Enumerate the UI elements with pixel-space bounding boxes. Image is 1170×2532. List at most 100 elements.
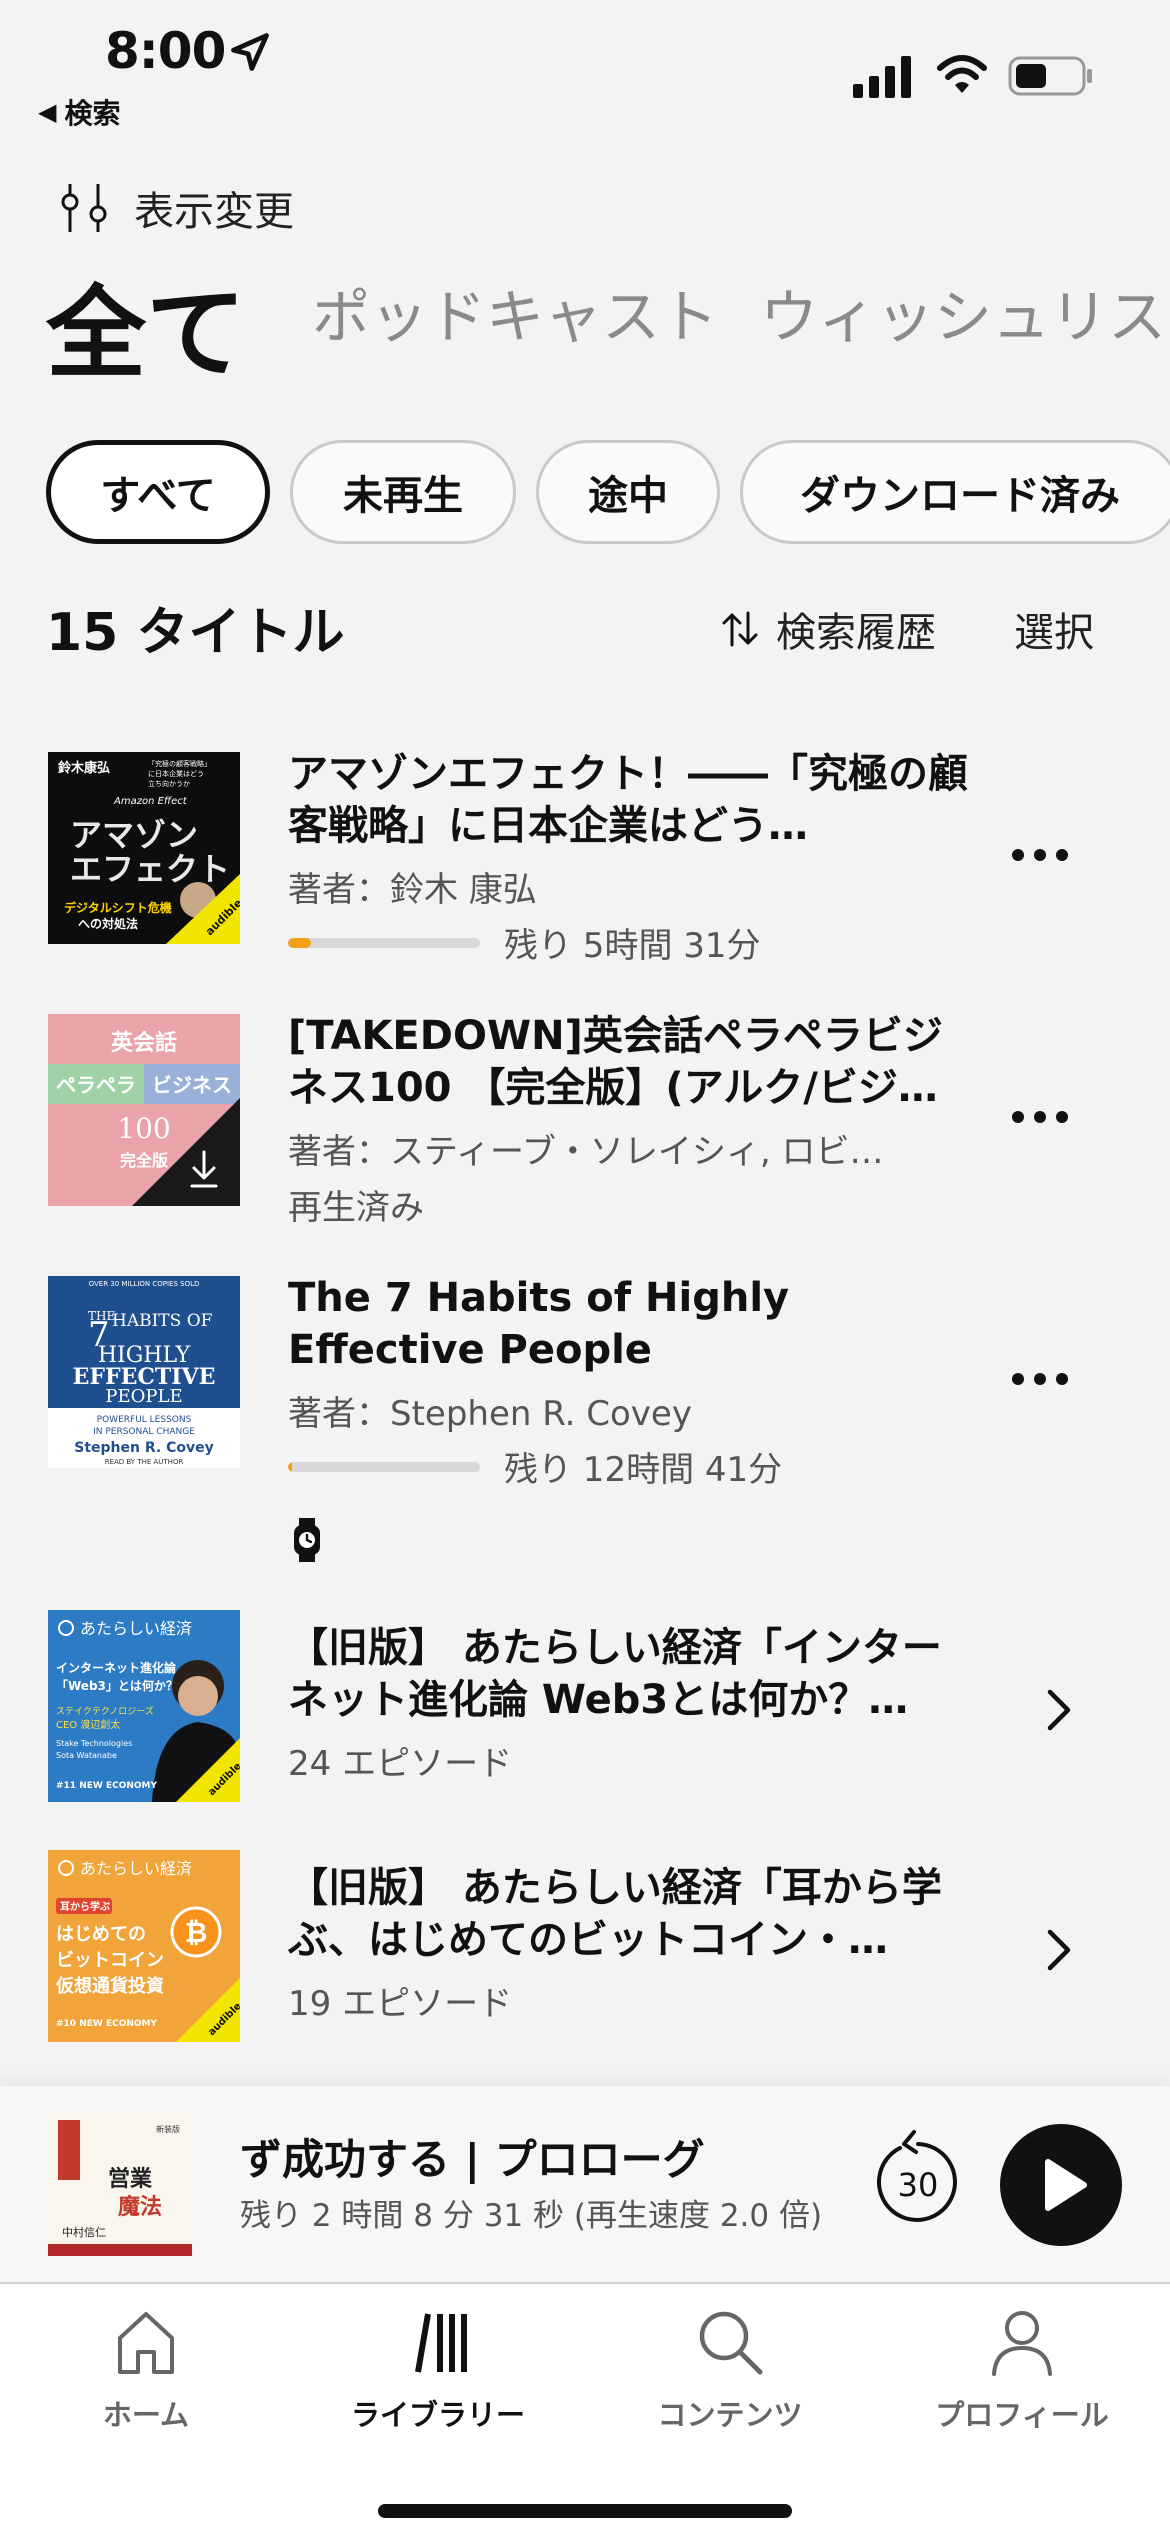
more-options-icon[interactable] xyxy=(1008,1107,1072,1127)
listening-progress-bar xyxy=(288,1462,480,1472)
svg-text:ビジネス: ビジネス xyxy=(152,1073,232,1097)
svg-text:耳から学ぶ: 耳から学ぶ xyxy=(60,1900,110,1913)
battery-icon xyxy=(1008,56,1092,96)
tab-wishlist[interactable]: ウィッシュリスト xyxy=(760,270,1170,354)
view-toggle-button[interactable]: 表示変更 xyxy=(54,178,294,238)
chevron-right-icon[interactable] xyxy=(1040,1926,1076,1974)
filter-chip-all[interactable]: すべて xyxy=(46,440,270,544)
svg-text:IN PERSONAL CHANGE: IN PERSONAL CHANGE xyxy=(93,1427,195,1437)
svg-text:#10 NEW ECONOMY: #10 NEW ECONOMY xyxy=(56,2019,157,2029)
home-indicator xyxy=(378,2504,792,2518)
svg-text:#11 NEW ECONOMY: #11 NEW ECONOMY xyxy=(56,1781,157,1791)
book-cover: OVER 30 MILLION COPIES SOLD THE 7 HABITS… xyxy=(48,1276,240,1468)
status-time: 8:00 xyxy=(105,22,226,80)
svg-text:Stake Technologies: Stake Technologies xyxy=(56,1739,132,1748)
svg-text:あたらしい経済: あたらしい経済 xyxy=(80,1619,192,1638)
svg-text:₿: ₿ xyxy=(185,1916,208,1949)
tab-profile-label: プロフィール xyxy=(935,2398,1109,2432)
tab-home-label: ホーム xyxy=(102,2398,190,2432)
library-icon xyxy=(415,2313,467,2373)
svg-text:HABITS OF: HABITS OF xyxy=(112,1311,213,1331)
location-arrow-icon xyxy=(231,33,269,71)
played-status: 再生済み xyxy=(288,1188,424,1228)
tab-content[interactable]: コンテンツ xyxy=(610,2302,850,2442)
play-button[interactable] xyxy=(1000,2124,1122,2246)
back-to-search-link[interactable]: ◀ 検索 xyxy=(38,92,120,132)
now-playing-cover: 新装版 営業 魔法 中村信仁 xyxy=(48,2112,192,2256)
now-playing-remaining: 残り 2 時間 8 分 31 秒 (再生速度 2.0 倍) xyxy=(240,2198,823,2234)
bottom-tab-bar: ホーム ライブラリー コンテンツ プロフィール xyxy=(0,2282,1170,2532)
svg-text:OVER 30 MILLION COPIES SOLD: OVER 30 MILLION COPIES SOLD xyxy=(89,1280,200,1288)
now-playing-title: ず成功する | プロローグ xyxy=(240,2135,705,2184)
svg-text:ビットコイン: ビットコイン xyxy=(56,1950,164,1971)
more-options-icon[interactable] xyxy=(1008,1369,1072,1389)
svg-text:デジタルシフト危機: デジタルシフト危機 xyxy=(64,900,172,915)
tab-profile[interactable]: プロフィール xyxy=(902,2302,1142,2442)
cellular-signal-icon xyxy=(853,56,911,98)
list-header: 15 タイトル 検索履歴 選択 xyxy=(46,590,1126,670)
tab-all[interactable]: 全て xyxy=(46,252,246,397)
book-cover: 英会話 ペラペラ ビジネス 100 完全版 xyxy=(48,1014,240,1206)
svg-text:30: 30 xyxy=(898,2166,939,2204)
svg-text:に日本企業はどう: に日本企業はどう xyxy=(148,769,204,778)
svg-text:立ち向かうか: 立ち向かうか xyxy=(148,779,190,788)
wifi-icon xyxy=(937,55,987,93)
back-triangle-icon: ◀ xyxy=(38,98,57,126)
item-author: 著者：Stephen R. Covey xyxy=(288,1394,692,1434)
filter-chip-in-progress[interactable]: 途中 xyxy=(536,440,720,544)
podcast-cover: あたらしい経済 耳から学ぶ ₿ はじめての ビットコイン 仮想通貨投資 #10 … xyxy=(48,1850,240,2042)
filter-chips: すべて 未再生 途中 ダウンロード済み xyxy=(46,440,1170,544)
listening-progress-bar xyxy=(288,938,480,948)
sort-button[interactable]: 検索履歴 xyxy=(718,600,936,658)
tab-podcasts[interactable]: ポッドキャスト xyxy=(312,270,718,354)
chevron-right-icon[interactable] xyxy=(1040,1686,1076,1734)
svg-text:インターネット進化論: インターネット進化論 xyxy=(56,1660,177,1675)
tab-library[interactable]: ライブラリー xyxy=(318,2302,558,2442)
more-options-icon[interactable] xyxy=(1008,845,1072,865)
library-item[interactable]: あたらしい経済 耳から学ぶ ₿ はじめての ビットコイン 仮想通貨投資 #10 … xyxy=(0,1850,1170,2050)
tab-home[interactable]: ホーム xyxy=(26,2302,266,2442)
svg-text:Amazon Effect: Amazon Effect xyxy=(113,796,188,807)
svg-text:完全版: 完全版 xyxy=(120,1151,168,1170)
svg-text:エフェクト: エフェクト xyxy=(70,850,230,888)
item-title: 【旧版】 あたらしい経済「耳から学ぶ、はじめてのビットコイン・… xyxy=(288,1865,942,1963)
episode-count: 19 エピソード xyxy=(288,1984,513,2024)
home-icon xyxy=(118,2312,174,2374)
back-label: 検索 xyxy=(64,97,121,130)
library-item[interactable]: OVER 30 MILLION COPIES SOLD THE 7 HABITS… xyxy=(0,1272,1170,1572)
svg-text:アマゾン: アマゾン xyxy=(70,816,198,854)
svg-text:への対処法: への対処法 xyxy=(78,916,138,931)
library-item[interactable]: 英会話 ペラペラ ビジネス 100 完全版 [TAKEDOWN]英会話ペラペラビ… xyxy=(0,1010,1170,1240)
svg-text:「究極の顧客戦略」: 「究極の顧客戦略」 xyxy=(148,759,211,768)
mini-player[interactable]: 新装版 営業 魔法 中村信仁 ず成功する | プロローグ 残り 2 時間 8 分… xyxy=(0,2086,1170,2282)
library-item[interactable]: 鈴木康弘 「究極の顧客戦略」 に日本企業はどう 立ち向かうか Amazon Ef… xyxy=(0,748,1170,978)
item-title: アマゾンエフェクト！――「究極の顧客戦略」に日本企業はどう… xyxy=(288,751,968,849)
svg-text:新装版: 新装版 xyxy=(156,2124,180,2134)
svg-text:魔法: 魔法 xyxy=(118,2194,162,2220)
svg-text:営業: 営業 xyxy=(108,2166,153,2192)
book-cover: 鈴木康弘 「究極の顧客戦略」 に日本企業はどう 立ち向かうか Amazon Ef… xyxy=(48,752,240,944)
item-title: The 7 Habits of Highly Effective People xyxy=(288,1275,790,1373)
svg-text:Stephen R. Covey: Stephen R. Covey xyxy=(74,1440,213,1456)
svg-text:PEOPLE: PEOPLE xyxy=(105,1386,182,1407)
svg-text:英会話: 英会話 xyxy=(111,1030,177,1056)
item-author: 著者：スティーブ・ソレイシィ, ロビ… xyxy=(288,1132,884,1172)
person-icon xyxy=(992,2311,1052,2376)
item-author: 著者：鈴木 康弘 xyxy=(288,870,537,910)
filter-chip-downloaded[interactable]: ダウンロード済み xyxy=(740,440,1170,544)
skip-back-30-icon[interactable]: 30 xyxy=(870,2126,966,2230)
select-button[interactable]: 選択 xyxy=(1014,600,1094,658)
sort-label: 検索履歴 xyxy=(776,610,936,656)
episode-count: 24 エピソード xyxy=(288,1744,513,1784)
svg-text:ステイクテクノロジーズ: ステイクテクノロジーズ xyxy=(56,1705,154,1717)
filter-chip-unplayed[interactable]: 未再生 xyxy=(290,440,516,544)
svg-text:CEO 渡辺創太: CEO 渡辺創太 xyxy=(56,1718,120,1731)
sort-arrows-icon xyxy=(722,611,758,647)
search-icon xyxy=(699,2311,763,2375)
svg-text:中村信仁: 中村信仁 xyxy=(62,2225,106,2239)
svg-text:100: 100 xyxy=(117,1112,170,1145)
watch-icon xyxy=(294,1518,320,1562)
time-remaining: 残り 5時間 31分 xyxy=(504,926,761,966)
library-item[interactable]: あたらしい経済 インターネット進化論 「Web3」とは何か？ ステイクテクノロジ… xyxy=(0,1610,1170,1810)
tab-content-label: コンテンツ xyxy=(657,2398,803,2432)
